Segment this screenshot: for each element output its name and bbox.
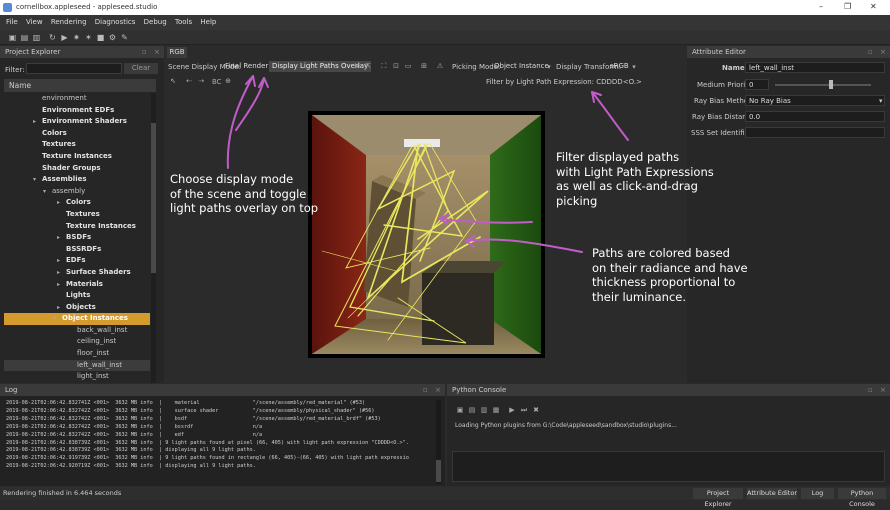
status-text: Rendering finished in 6.464 seconds	[3, 489, 122, 497]
save-script-icon[interactable]: ▥	[480, 406, 488, 414]
arrow-to-lpe	[591, 91, 629, 141]
tab-project-explorer[interactable]: Project Explorer	[693, 488, 743, 508]
save-as-icon[interactable]: ▦	[492, 406, 500, 414]
log-line: 2019-08-21T02:06:42.832742Z <001> 3632 M…	[6, 407, 375, 414]
arrow-to-path-upper	[439, 218, 533, 224]
log-title: Log	[5, 386, 18, 394]
float-panel-icon[interactable]: ▫	[868, 384, 873, 396]
tab-python-console[interactable]: Python Console	[838, 488, 886, 508]
python-console-header: Python Console ▫ ×	[447, 384, 890, 396]
python-console-title: Python Console	[452, 386, 507, 394]
python-output: Loading Python plugins from G:\Code\appl…	[455, 422, 677, 429]
new-script-icon[interactable]: ▣	[456, 406, 464, 414]
log-line: 2019-08-21T02:06:42.832742Z <001> 3632 M…	[6, 415, 381, 422]
tab-attribute-editor[interactable]: Attribute Editor	[747, 488, 797, 499]
tab-log[interactable]: Log	[801, 488, 834, 499]
clear-console-icon[interactable]: ✖	[532, 406, 540, 414]
python-console-panel: Python Console ▫ × ▣ ▤ ▥ ▦ ▶ ⏭ ✖ Loading…	[447, 384, 890, 486]
close-panel-icon[interactable]: ×	[435, 384, 441, 396]
log-line: 2019-08-21T02:06:42.919739Z <001> 3632 M…	[6, 455, 409, 462]
log-scrollbar[interactable]	[436, 400, 441, 484]
run-selection-icon[interactable]: ⏭	[520, 406, 528, 414]
python-input[interactable]	[452, 451, 885, 482]
arrow-to-path-lower	[465, 238, 583, 253]
log-line: 2019-08-21T02:06:42.832742Z <001> 3632 M…	[6, 423, 263, 430]
log-header: Log ▫ ×	[0, 384, 445, 396]
log-panel: Log ▫ × 2019-08-21T02:06:42.832741Z <001…	[0, 384, 445, 486]
arrow-head	[465, 235, 476, 248]
run-script-icon[interactable]: ▶	[508, 406, 516, 414]
log-line: 2019-08-21T02:06:42.838739Z <001> 3632 M…	[6, 447, 256, 454]
log-line: 2019-08-21T02:06:42.838739Z <001> 3632 M…	[6, 439, 409, 446]
open-script-icon[interactable]: ▤	[468, 406, 476, 414]
float-panel-icon[interactable]: ▫	[423, 384, 428, 396]
scrollbar-thumb[interactable]	[436, 460, 441, 482]
log-line: 2019-08-21T02:06:42.920719Z <001> 3632 M…	[6, 463, 256, 470]
log-line: 2019-08-21T02:06:42.832742Z <001> 3632 M…	[6, 431, 263, 438]
close-panel-icon[interactable]: ×	[880, 384, 886, 396]
log-line: 2019-08-21T02:06:42.832741Z <001> 3632 M…	[6, 400, 366, 406]
log-output[interactable]: 2019-08-21T02:06:42.832741Z <001> 3632 M…	[6, 400, 434, 484]
status-bar: Rendering finished in 6.464 seconds Proj…	[0, 487, 890, 508]
